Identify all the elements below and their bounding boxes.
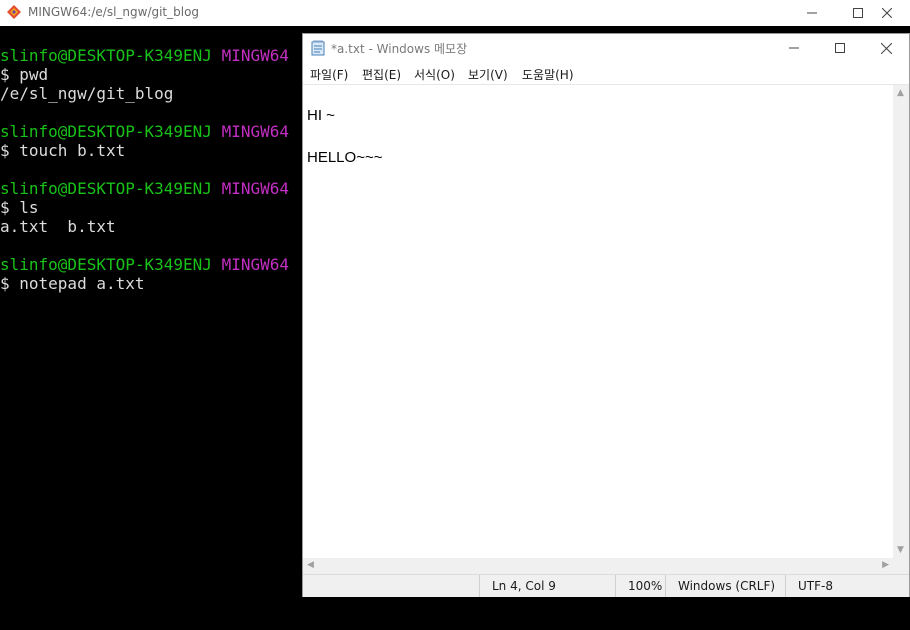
- status-encoding: UTF-8: [785, 575, 909, 597]
- prompt-env: MINGW64: [221, 46, 289, 65]
- notepad-text-area[interactable]: HI ~ HELLO~~~: [303, 85, 893, 558]
- vertical-scrollbar[interactable]: ▲ ▼: [893, 85, 909, 558]
- text-line: HELLO~~~: [307, 149, 383, 166]
- menu-file[interactable]: 파일(F): [310, 66, 348, 83]
- notepad-window: *a.txt - Windows 메모장 파일(F) 편집(E) 서식(O) 보…: [302, 33, 910, 597]
- prompt-user: slinfo@DESKTOP-K349ENJ: [0, 255, 212, 274]
- output-line: /e/sl_ngw/git_blog: [0, 84, 174, 103]
- status-position: Ln 4, Col 9: [479, 575, 615, 597]
- notepad-menubar: 파일(F) 편집(E) 서식(O) 보기(V) 도움말(H): [303, 62, 909, 85]
- close-icon: [882, 8, 892, 18]
- notepad-minimize-button[interactable]: [771, 34, 817, 62]
- menu-edit[interactable]: 편집(E): [362, 66, 401, 83]
- prompt-env: MINGW64: [221, 179, 289, 198]
- prompt-line: slinfo@DESKTOP-K349ENJ MINGW64: [0, 255, 289, 274]
- minimize-icon: [807, 12, 817, 14]
- menu-format[interactable]: 서식(O): [414, 66, 455, 83]
- notepad-titlebar: *a.txt - Windows 메모장: [303, 34, 909, 62]
- command-line: $ pwd: [0, 65, 49, 84]
- status-zoom: 100%: [615, 575, 665, 597]
- prompt-user: slinfo@DESKTOP-K349ENJ: [0, 122, 212, 141]
- menu-help[interactable]: 도움말(H): [522, 66, 574, 83]
- status-line-ending: Windows (CRLF): [665, 575, 785, 597]
- git-bash-icon: [7, 5, 21, 19]
- scroll-right-icon[interactable]: ▶: [882, 560, 889, 570]
- output-line: a.txt b.txt: [0, 217, 116, 236]
- minimize-icon: [789, 47, 799, 49]
- terminal-title: MINGW64:/e/sl_ngw/git_blog: [28, 5, 200, 19]
- maximize-icon: [853, 8, 863, 18]
- terminal-minimize-button[interactable]: [789, 0, 835, 26]
- prompt-env: MINGW64: [221, 255, 289, 274]
- prompt-user: slinfo@DESKTOP-K349ENJ: [0, 179, 212, 198]
- prompt-env: MINGW64: [221, 122, 289, 141]
- command-line: $ notepad a.txt: [0, 274, 145, 293]
- command-line: $ ls: [0, 198, 39, 217]
- terminal-titlebar: MINGW64:/e/sl_ngw/git_blog: [0, 0, 910, 26]
- text-line: HI ~: [307, 107, 335, 124]
- scroll-down-icon[interactable]: ▼: [897, 545, 904, 555]
- notepad-maximize-button[interactable]: [817, 34, 863, 62]
- scrollbar-corner: [893, 558, 909, 574]
- scroll-up-icon[interactable]: ▲: [897, 88, 904, 98]
- prompt-line: slinfo@DESKTOP-K349ENJ MINGW64: [0, 179, 289, 198]
- notepad-statusbar: Ln 4, Col 9 100% Windows (CRLF) UTF-8: [303, 574, 909, 597]
- prompt-user: slinfo@DESKTOP-K349ENJ: [0, 46, 212, 65]
- horizontal-scrollbar[interactable]: ◀ ▶: [303, 558, 893, 574]
- prompt-line: slinfo@DESKTOP-K349ENJ MINGW64: [0, 46, 289, 65]
- maximize-icon: [835, 43, 845, 53]
- notepad-close-button[interactable]: [863, 34, 909, 62]
- terminal-close-button[interactable]: [864, 0, 910, 26]
- notepad-title: *a.txt - Windows 메모장: [331, 42, 468, 56]
- scroll-left-icon[interactable]: ◀: [307, 560, 314, 570]
- menu-view[interactable]: 보기(V): [468, 66, 508, 83]
- close-icon: [880, 42, 892, 54]
- command-line: $ touch b.txt: [0, 141, 126, 160]
- notepad-icon: [311, 40, 325, 56]
- prompt-line: slinfo@DESKTOP-K349ENJ MINGW64: [0, 122, 289, 141]
